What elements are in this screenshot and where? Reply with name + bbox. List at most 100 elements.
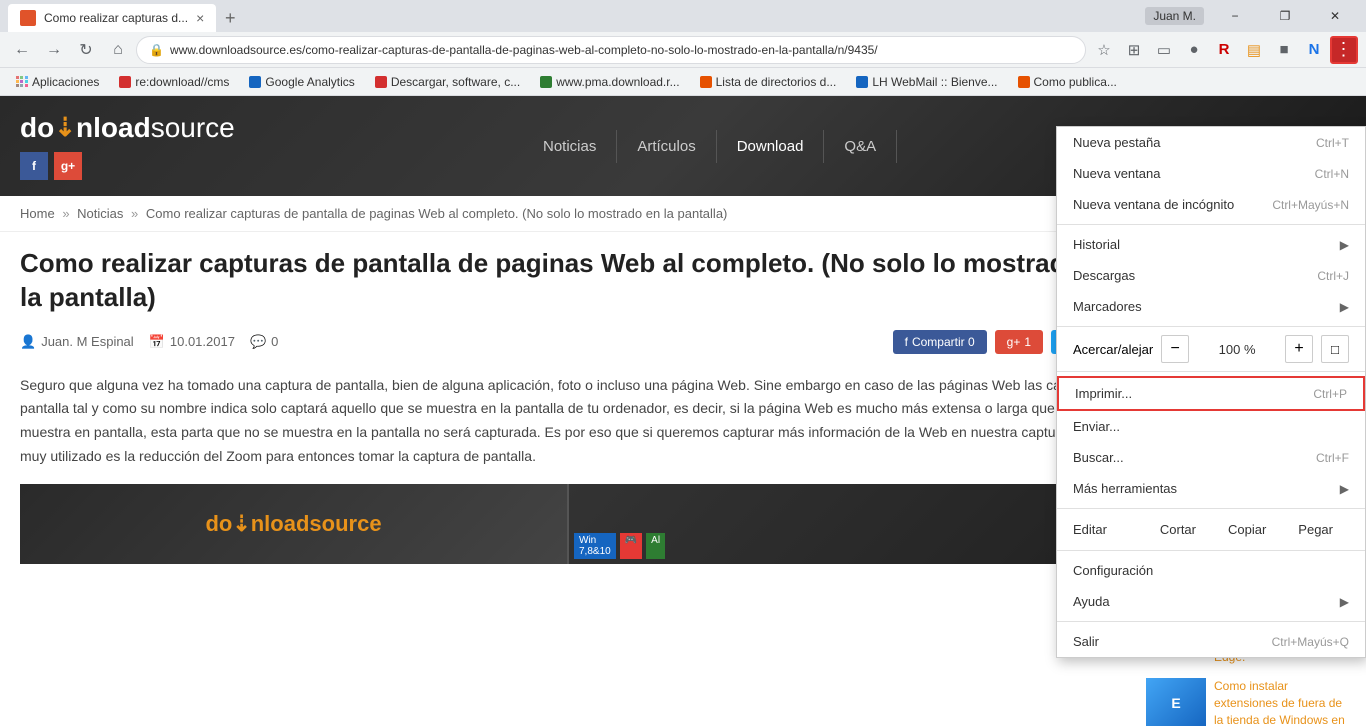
article-image: do⇣nloadsource Win7,8&10 🎮 Al (20, 484, 1126, 564)
menu-sep-2 (1057, 326, 1365, 327)
bookmark-webmail[interactable]: LH WebMail :: Bienve... (848, 73, 1005, 91)
menu-incognito[interactable]: Nueva ventana de incógnito Ctrl+Mayús+N (1057, 189, 1365, 220)
menu-find-shortcut: Ctrl+F (1316, 451, 1349, 465)
menu-print[interactable]: Imprimir... Ctrl+P (1057, 376, 1365, 411)
bookmark-favicon-2 (249, 76, 261, 88)
bookmark-directorios-label: Lista de directorios d... (716, 75, 837, 89)
bookmark-favicon-6 (856, 76, 868, 88)
menu-find-label: Buscar... (1073, 450, 1316, 465)
chrome-menu-button[interactable]: ⋮ (1330, 36, 1358, 64)
nav-download[interactable]: Download (717, 130, 825, 163)
menu-sep-5 (1057, 550, 1365, 551)
fb-icon: f (905, 335, 908, 349)
bookmark-pma[interactable]: www.pma.download.r... (532, 73, 687, 91)
window-controls: − ❐ ✕ (1212, 2, 1358, 30)
social-facebook-icon[interactable]: f (20, 152, 48, 180)
bookmark-apps-label: Aplicaciones (32, 75, 99, 89)
breadcrumb-current: Como realizar capturas de pantalla de pa… (146, 206, 727, 221)
article-date: 📅 10.01.2017 (149, 334, 235, 350)
menu-new-tab[interactable]: Nueva pestaña Ctrl+T (1057, 127, 1365, 158)
extension3-icon[interactable]: ■ (1270, 36, 1298, 64)
nav-articulos[interactable]: Artículos (617, 130, 716, 163)
article-meta: 👤 Juan. M Espinal 📅 10.01.2017 💬 0 (20, 330, 1126, 354)
cast-icon[interactable]: ▭ (1150, 36, 1178, 64)
tab-close-button[interactable]: × (196, 10, 204, 26)
minimize-button[interactable]: − (1212, 2, 1258, 30)
share-facebook-button[interactable]: f Compartir 0 (893, 330, 987, 354)
star-icon[interactable]: ☆ (1090, 36, 1118, 64)
maximize-button[interactable]: ❐ (1262, 2, 1308, 30)
related-thumb-5: E (1146, 678, 1206, 726)
menu-copy-button[interactable]: Copiar (1212, 517, 1282, 542)
menu-more-tools[interactable]: Más herramientas ▶ (1057, 473, 1365, 504)
date-value: 10.01.2017 (170, 334, 235, 349)
menu-incognito-shortcut: Ctrl+Mayús+N (1272, 198, 1349, 212)
calendar-icon: 📅 (149, 334, 165, 350)
address-bar[interactable]: 🔒 www.downloadsource.es/como-realizar-ca… (136, 36, 1086, 64)
bookmark-analytics-label: Google Analytics (265, 75, 354, 89)
bookmark-publica[interactable]: Como publica... (1010, 73, 1125, 91)
fullscreen-button[interactable]: □ (1321, 335, 1349, 363)
bookmark-icon[interactable]: ⊞ (1120, 36, 1148, 64)
breadcrumb-home[interactable]: Home (20, 206, 55, 221)
profile-icon[interactable]: ● (1180, 36, 1208, 64)
bookmark-redownload[interactable]: re:download//cms (111, 73, 237, 91)
tab-favicon (20, 10, 36, 26)
reload-button[interactable]: ↻ (72, 36, 100, 64)
menu-quit[interactable]: Salir Ctrl+Mayús+Q (1057, 626, 1365, 657)
nav-noticias[interactable]: Noticias (523, 130, 617, 163)
nav-qa[interactable]: Q&A (824, 130, 897, 163)
bookmark-analytics[interactable]: Google Analytics (241, 73, 362, 91)
menu-cut-button[interactable]: Cortar (1144, 517, 1212, 542)
share-gplus-button[interactable]: g+ 1 (995, 330, 1043, 354)
menu-help-label: Ayuda (1073, 594, 1340, 609)
social-gplus-icon[interactable]: g+ (54, 152, 82, 180)
forward-button[interactable]: → (40, 36, 68, 64)
browser-frame: Como realizar capturas d... × + Juan M. … (0, 0, 1366, 726)
home-button[interactable]: ⌂ (104, 36, 132, 64)
bookmark-favicon-5 (700, 76, 712, 88)
breadcrumb-section[interactable]: Noticias (77, 206, 123, 221)
extension1-icon[interactable]: R (1210, 36, 1238, 64)
menu-bookmarks[interactable]: Marcadores ▶ (1057, 291, 1365, 322)
extension2-icon[interactable]: ▤ (1240, 36, 1268, 64)
browser-tab[interactable]: Como realizar capturas d... × (8, 4, 216, 32)
back-button[interactable]: ← (8, 36, 36, 64)
menu-history[interactable]: Historial ▶ (1057, 229, 1365, 260)
menu-history-arrow: ▶ (1340, 238, 1349, 252)
bookmark-descargar[interactable]: Descargar, software, c... (367, 73, 528, 91)
article-title: Como realizar capturas de pantalla de pa… (20, 247, 1126, 315)
menu-print-shortcut: Ctrl+P (1313, 387, 1347, 401)
menu-send[interactable]: Enviar... (1057, 411, 1365, 442)
related-item-5[interactable]: E Como instalar extensiones de fuera de … (1146, 678, 1346, 726)
menu-paste-button[interactable]: Pegar (1282, 517, 1349, 542)
author-icon: 👤 (20, 334, 36, 350)
menu-sep-1 (1057, 224, 1365, 225)
article-main: Como realizar capturas de pantalla de pa… (20, 247, 1126, 726)
menu-help[interactable]: Ayuda ▶ (1057, 586, 1365, 617)
bookmark-redownload-label: re:download//cms (135, 75, 229, 89)
menu-settings[interactable]: Configuración (1057, 555, 1365, 586)
bookmark-apps[interactable]: Aplicaciones (8, 73, 107, 91)
bookmark-directorios[interactable]: Lista de directorios d... (692, 73, 845, 91)
menu-edit-label: Editar (1073, 522, 1144, 537)
menu-send-label: Enviar... (1073, 419, 1349, 434)
tab-area: Como realizar capturas d... × + (8, 0, 244, 32)
content-area: do ⇣ nload source f g+ Noticias Artículo… (0, 96, 1366, 726)
menu-new-window[interactable]: Nueva ventana Ctrl+N (1057, 158, 1365, 189)
site-logo[interactable]: do ⇣ nload source (20, 112, 235, 144)
menu-sep-3 (1057, 371, 1365, 372)
share-gplus-count: 1 (1024, 335, 1031, 349)
extension4-icon[interactable]: N (1300, 36, 1328, 64)
new-tab-button[interactable]: + (216, 4, 244, 32)
zoom-plus-button[interactable]: + (1285, 335, 1313, 363)
logo-do: do (20, 112, 54, 144)
menu-downloads[interactable]: Descargas Ctrl+J (1057, 260, 1365, 291)
zoom-minus-button[interactable]: − (1161, 335, 1189, 363)
close-button[interactable]: ✕ (1312, 2, 1358, 30)
menu-find[interactable]: Buscar... Ctrl+F (1057, 442, 1365, 473)
menu-sep-4 (1057, 508, 1365, 509)
gplus-share-icon: g+ (1007, 335, 1021, 349)
bookmark-pma-label: www.pma.download.r... (556, 75, 679, 89)
comments-count: 0 (271, 334, 278, 349)
